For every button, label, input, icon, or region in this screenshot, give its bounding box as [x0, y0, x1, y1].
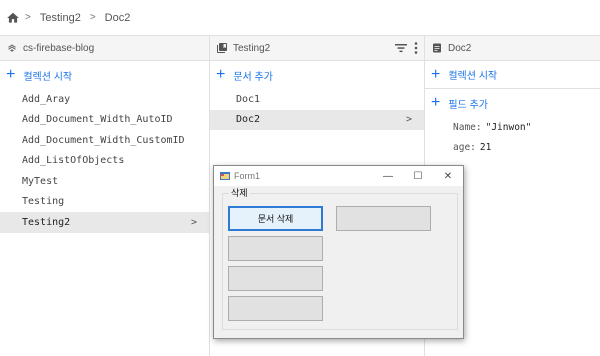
collection-name: Add_Document_Width_CustomID: [22, 134, 185, 146]
collection-item[interactable]: Add_Aray: [0, 89, 209, 110]
collection-name: Add_Document_Width_AutoID: [22, 114, 173, 126]
delete-document-label: 문서 삭제: [257, 214, 294, 224]
document-icon: [433, 43, 441, 53]
add-document-button[interactable]: + 문서 추가: [210, 61, 424, 89]
form-app-icon: [220, 172, 230, 180]
collection-item[interactable]: Testing: [0, 192, 209, 213]
project-title: cs-firebase-blog: [23, 42, 95, 54]
plus-icon: +: [6, 66, 16, 83]
collection-name: Add_Aray: [22, 93, 71, 105]
blank-button[interactable]: [228, 296, 323, 321]
filter-icon[interactable]: [395, 43, 407, 53]
project-column: cs-firebase-blog + 컬렉션 시작 Add_Aray Add_D…: [0, 35, 210, 356]
close-icon[interactable]: ✕: [433, 171, 463, 182]
start-collection-label: 컬렉션 시작: [23, 71, 73, 83]
field-value: 21: [479, 141, 492, 153]
document-item-selected[interactable]: Doc2 >: [210, 109, 424, 130]
breadcrumb-item-document[interactable]: Doc2: [105, 12, 131, 24]
form1-window: Form1 — ☐ ✕ 삭제 문서 삭제: [213, 165, 464, 339]
field-row[interactable]: Name: "Jinwon": [425, 117, 600, 137]
collection-name: Testing: [22, 196, 65, 208]
collection-item[interactable]: Add_Document_Width_CustomID: [0, 130, 209, 151]
collection-title: Testing2: [233, 42, 271, 54]
blank-button[interactable]: [228, 266, 323, 291]
form1-title: Form1: [234, 171, 261, 181]
breadcrumb: > Testing2 > Doc2: [0, 0, 600, 35]
chevron-right-icon: >: [89, 12, 96, 23]
plus-icon: +: [216, 66, 226, 83]
collection-item[interactable]: Add_ListOfObjects: [0, 151, 209, 172]
add-document-label: 문서 추가: [233, 71, 273, 83]
chevron-right-icon: >: [405, 114, 412, 126]
plus-icon: +: [431, 94, 441, 111]
document-column-header: Doc2: [425, 35, 600, 61]
field-key: age:: [453, 141, 476, 153]
collection-name: Testing2: [22, 216, 71, 228]
start-subcollection-button[interactable]: + 컬렉션 시작: [425, 61, 600, 89]
collection-item[interactable]: MyTest: [0, 171, 209, 192]
document-name: Doc1: [236, 93, 261, 105]
collection-item[interactable]: Add_Document_Width_AutoID: [0, 110, 209, 131]
delete-document-button[interactable]: 문서 삭제: [228, 206, 323, 231]
breadcrumb-item-collection[interactable]: Testing2: [40, 12, 81, 24]
maximize-icon[interactable]: ☐: [403, 171, 433, 182]
document-title: Doc2: [448, 42, 472, 54]
collection-icon: [217, 43, 227, 53]
field-key: Name:: [453, 121, 482, 133]
chevron-right-icon: >: [190, 216, 197, 228]
firestore-icon: [8, 44, 16, 52]
more-vert-icon[interactable]: [414, 42, 418, 54]
home-icon[interactable]: [6, 11, 20, 25]
chevron-right-icon: >: [25, 12, 31, 23]
add-field-label: 필드 추가: [448, 99, 488, 111]
collection-name: Add_ListOfObjects: [22, 155, 125, 167]
collection-column-header: Testing2: [210, 35, 424, 61]
document-name: Doc2: [236, 114, 261, 126]
start-collection-button[interactable]: + 컬렉션 시작: [0, 61, 209, 89]
document-item[interactable]: Doc1: [210, 89, 424, 110]
field-value: "Jinwon": [485, 121, 532, 133]
plus-icon: +: [431, 65, 441, 83]
add-field-button[interactable]: + 필드 추가: [425, 89, 600, 117]
collection-item-selected[interactable]: Testing2 >: [0, 212, 209, 233]
project-column-header: cs-firebase-blog: [0, 35, 209, 61]
minimize-icon[interactable]: —: [373, 171, 403, 182]
collection-name: MyTest: [22, 175, 59, 187]
delete-group-label: 삭제: [229, 186, 250, 199]
blank-button[interactable]: [336, 206, 431, 231]
form1-titlebar[interactable]: Form1 — ☐ ✕: [214, 166, 463, 186]
field-row[interactable]: age: 21: [425, 137, 600, 157]
start-subcollection-label: 컬렉션 시작: [448, 71, 498, 82]
blank-button[interactable]: [228, 236, 323, 261]
